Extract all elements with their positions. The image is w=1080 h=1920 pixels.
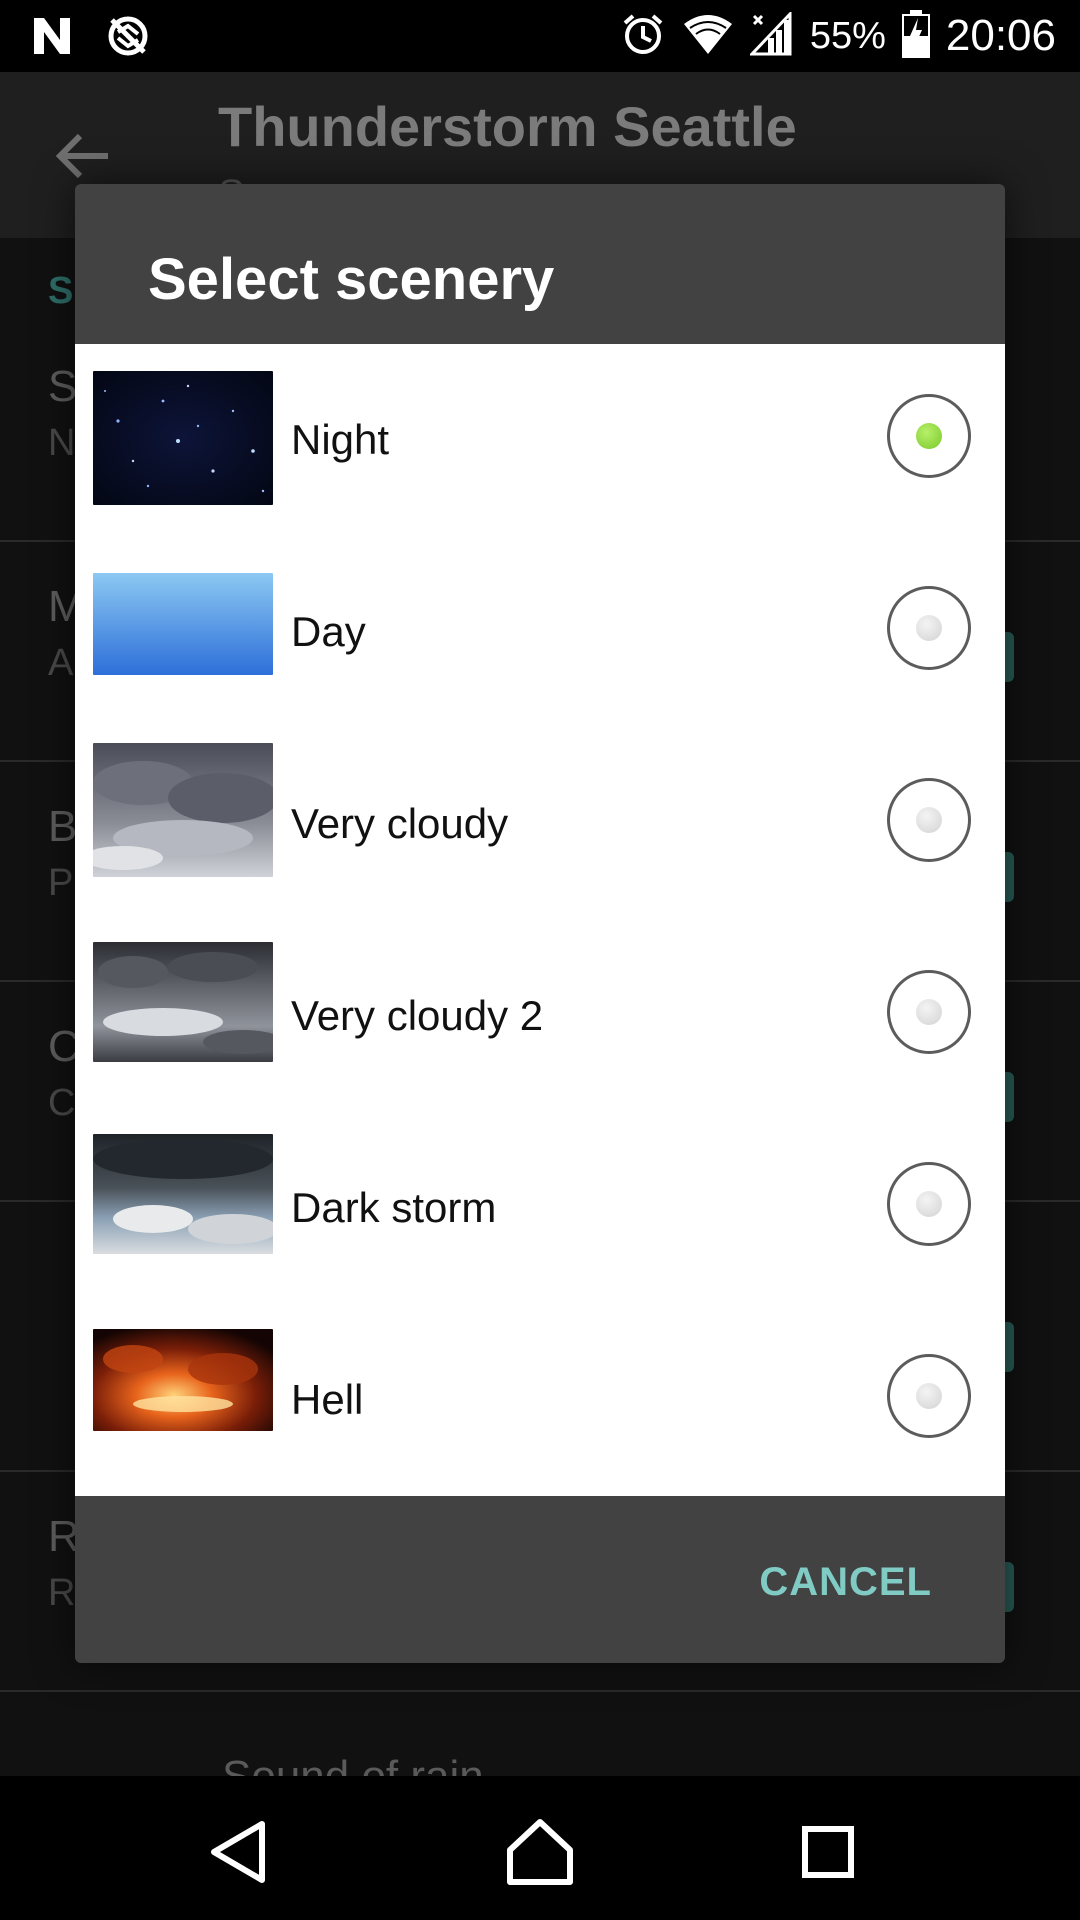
row-subtitle: R [48,1572,76,1614]
navigation-bar [0,1776,1080,1920]
dialog-title: Select scenery [148,247,555,312]
scenery-list: Night Day Very cloudy Very cloudy 2 Dark… [75,344,1005,1496]
no-sync-icon [104,12,152,65]
sound-of-rain-label: Sound of rain [222,1752,484,1776]
scenery-option-dark-storm[interactable]: Dark storm [75,1112,1005,1304]
back-triangle-icon [211,1821,265,1883]
app-title: Thunderstorm Seattle [218,95,797,158]
scenery-option-very-cloudy[interactable]: Very cloudy [75,728,1005,920]
dark-storm-thumbnail [93,1134,273,1254]
option-label: Dark storm [291,1184,497,1231]
recents-button[interactable] [788,1812,868,1892]
signal-icon [748,9,794,61]
radio-dot [916,999,942,1025]
row-subtitle: A [48,642,74,684]
scenery-option-night[interactable]: Night [75,344,1005,536]
radio-dot [916,1383,942,1409]
home-icon [507,1819,573,1885]
scenery-option-very-cloudy-2[interactable]: Very cloudy 2 [75,920,1005,1112]
home-button[interactable] [500,1812,580,1892]
recents-square-icon [802,1826,854,1878]
status-bar: 55% 20:06 [0,0,1080,72]
option-label: Day [291,608,366,655]
cancel-button[interactable]: CANCEL [759,1560,932,1605]
radio-button[interactable] [887,778,971,862]
radio-button-selected[interactable] [887,394,971,478]
row-subtitle: P [48,862,74,904]
row-title: S [48,362,78,411]
select-scenery-dialog: Select scenery Night Day Very cloudy Ver… [75,184,1005,1663]
radio-button[interactable] [887,1162,971,1246]
section-header: S [48,270,74,312]
back-arrow-icon [52,124,116,193]
radio-button[interactable] [887,586,971,670]
radio-dot [916,807,942,833]
night-thumbnail [93,371,273,505]
row-title: B [48,802,78,851]
very-cloudy-thumbnail [93,743,273,877]
scenery-option-day[interactable]: Day [75,536,1005,728]
row-subtitle: N [48,422,76,464]
row-subtitle: C [48,1082,76,1124]
battery-icon [901,9,930,63]
back-button[interactable] [200,1812,280,1892]
radio-button[interactable] [887,970,971,1054]
radio-dot [916,615,942,641]
radio-dot [916,1191,942,1217]
battery-percent: 55% [809,14,886,57]
option-label: Hell [291,1376,364,1423]
alarm-icon [620,11,666,62]
scenery-option-hell[interactable]: Hell [75,1304,1005,1496]
option-label: Very cloudy [291,800,509,847]
radio-button[interactable] [887,1354,971,1438]
n-logo-icon [30,14,74,63]
hell-thumbnail [93,1329,273,1431]
option-label: Very cloudy 2 [291,992,544,1039]
radio-dot [916,423,942,449]
day-thumbnail [93,573,273,675]
status-clock: 20:06 [945,11,1056,60]
very-cloudy-2-thumbnail [93,942,273,1062]
wifi-icon [682,12,734,61]
option-label: Night [291,416,390,463]
